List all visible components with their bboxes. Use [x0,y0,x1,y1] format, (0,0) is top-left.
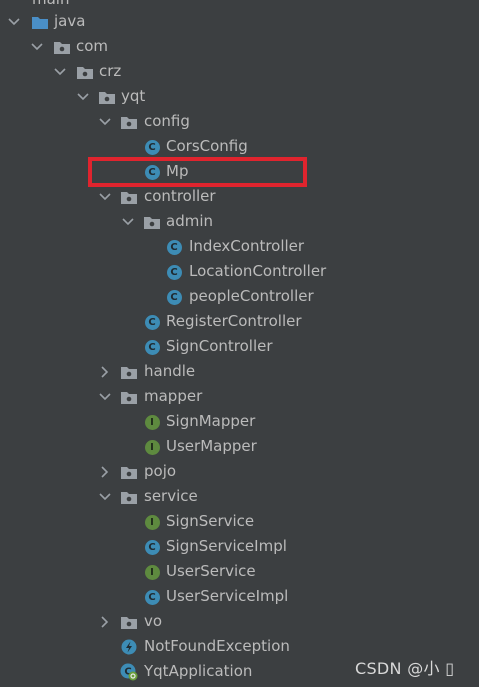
class-icon: C [143,138,161,156]
tree-label-signservice: SignService [166,512,255,530]
tree-label-peoplecontroller: peopleController [189,287,314,305]
tree-label-config: config [144,112,190,130]
tree-label-corsconfig: CorsConfig [166,137,248,155]
package-icon [120,463,138,481]
tree-label-admin: admin [166,212,213,230]
package-icon [120,613,138,631]
tree-label-mapper: mapper [144,387,203,405]
tree-label-handle: handle [144,362,196,380]
tree-label-userserviceimpl: UserServiceImpl [166,587,289,605]
tree-row-crz[interactable]: crz [0,59,479,84]
tree-label-registercontroller: RegisterController [166,312,302,330]
chevron-down-icon[interactable] [120,209,136,234]
tree-label-java: java [54,12,86,30]
chevron-down-icon[interactable] [75,84,91,109]
tree-row-java[interactable]: java [0,9,479,34]
class-icon: C [143,538,161,556]
package-icon [120,488,138,506]
interface-icon: I [143,513,161,531]
package-icon [76,63,94,81]
tree-label-signcontroller: SignController [166,337,273,355]
tree-row-service[interactable]: service [0,484,479,509]
class-icon: C [143,588,161,606]
class-icon: C [165,263,183,281]
tree-label-yqtapplication: YqtApplication [144,662,253,680]
package-icon [120,188,138,206]
tree-label-com: com [76,37,109,55]
tree-label-crz: crz [99,62,122,80]
tree-row-pojo[interactable]: pojo [0,459,479,484]
chevron-down-icon[interactable] [52,59,68,84]
class-icon: C [143,338,161,356]
tree-row-registercontroller[interactable]: C RegisterController [0,309,479,334]
tree-label-signmapper: SignMapper [166,412,256,430]
tree-label-indexcontroller: IndexController [189,237,305,255]
spring-application-icon: C [120,663,138,681]
chevron-down-icon[interactable] [6,9,22,34]
tree-label-notfoundexception: NotFoundException [144,637,290,655]
tree-row-admin[interactable]: admin [0,209,479,234]
tree-label-userservice: UserService [166,562,256,580]
tree-label-controller: controller [144,187,216,205]
tree-row-corsconfig[interactable]: C CorsConfig [0,134,479,159]
chevron-right-icon[interactable] [97,459,113,484]
interface-icon: I [143,413,161,431]
project-tree: main java com crz [0,0,479,687]
tree-row-indexcontroller[interactable]: C IndexController [0,234,479,259]
tree-label-yqt: yqt [121,87,146,105]
tree-row-yqt[interactable]: yqt [0,84,479,109]
interface-icon: I [143,563,161,581]
tree-row-locationcontroller[interactable]: C LocationController [0,259,479,284]
tree-row-signserviceimpl[interactable]: C SignServiceImpl [0,534,479,559]
interface-icon: I [143,438,161,456]
watermark: CSDN @小 ▯ [355,659,455,678]
class-icon: C [143,313,161,331]
package-icon [120,363,138,381]
tree-row-signcontroller[interactable]: C SignController [0,334,479,359]
tree-row-com[interactable]: com [0,34,479,59]
tree-row-handle[interactable]: handle [0,359,479,384]
tree-label-service: service [144,487,198,505]
tree-row-controller[interactable]: controller [0,184,479,209]
class-icon: C [165,288,183,306]
tree-row-mapper[interactable]: mapper [0,384,479,409]
package-icon [120,388,138,406]
tree-label-signserviceimpl: SignServiceImpl [166,537,287,555]
tree-row-userservice[interactable]: I UserService [0,559,479,584]
highlight-box [88,157,307,187]
tree-row-config[interactable]: config [0,109,479,134]
tree-row-signmapper[interactable]: I SignMapper [0,409,479,434]
source-folder-icon [31,13,49,31]
tree-label-usermapper: UserMapper [166,437,257,455]
chevron-down-icon[interactable] [97,109,113,134]
chevron-down-icon[interactable] [29,34,45,59]
chevron-right-icon[interactable] [97,359,113,384]
package-icon [53,38,71,56]
tree-row-peoplecontroller[interactable]: C peopleController [0,284,479,309]
exception-class-icon [120,638,138,656]
tree-row-signservice[interactable]: I SignService [0,509,479,534]
tree-label-vo: vo [144,612,163,630]
package-icon [120,113,138,131]
chevron-right-icon[interactable] [97,609,113,634]
tree-label-locationcontroller: LocationController [189,262,327,280]
chevron-down-icon[interactable] [97,184,113,209]
tree-row-vo[interactable]: vo [0,609,479,634]
package-icon [143,213,161,231]
tree-row-userserviceimpl[interactable]: C UserServiceImpl [0,584,479,609]
chevron-down-icon[interactable] [97,484,113,509]
class-icon: C [165,238,183,256]
package-icon [98,88,116,106]
tree-label-pojo: pojo [144,462,177,480]
chevron-down-icon[interactable] [97,384,113,409]
tree-row-usermapper[interactable]: I UserMapper [0,434,479,459]
